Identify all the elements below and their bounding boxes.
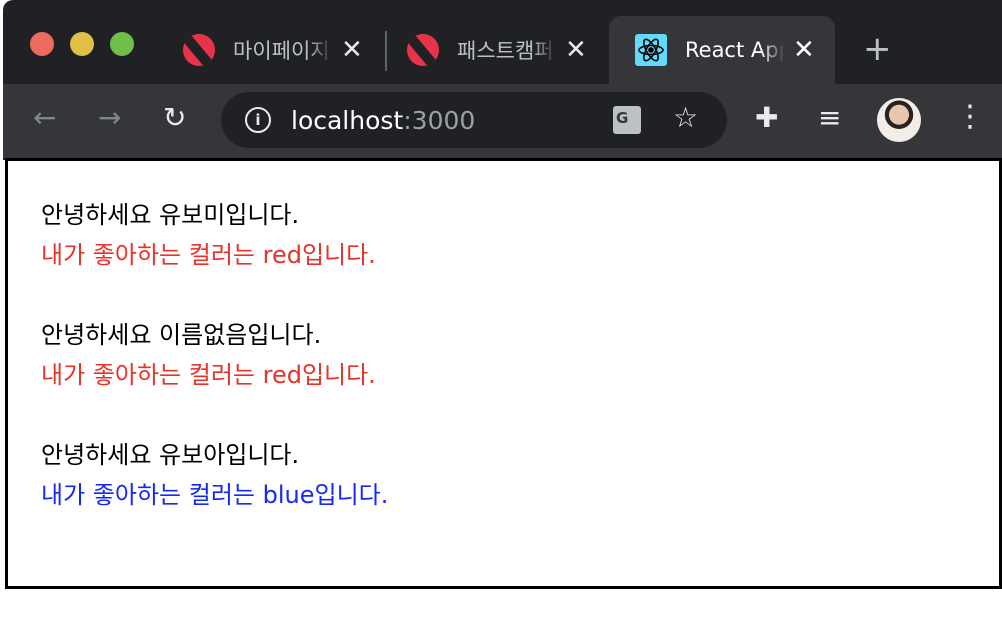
new-tab-button[interactable]: + bbox=[863, 32, 892, 66]
close-window-button[interactable] bbox=[30, 32, 54, 56]
tab-fastcampus[interactable]: 패스트캠퍼스 ✕ bbox=[407, 16, 587, 84]
close-tab-icon[interactable]: ✕ bbox=[341, 35, 363, 65]
url-host: localhost bbox=[291, 105, 404, 135]
greeting-block: 안녕하세요 유보미입니다. 내가 좋아하는 컬러는 red입니다. bbox=[41, 195, 999, 275]
page-content: 안녕하세요 유보미입니다. 내가 좋아하는 컬러는 red입니다. 안녕하세요 … bbox=[5, 158, 1002, 589]
translate-icon[interactable]: G bbox=[613, 106, 641, 134]
url-port: :3000 bbox=[403, 105, 476, 135]
back-button[interactable]: ← bbox=[33, 104, 56, 132]
tab-divider bbox=[385, 31, 387, 71]
close-tab-icon[interactable]: ✕ bbox=[565, 35, 587, 65]
greeting-block: 안녕하세요 유보아입니다. 내가 좋아하는 컬러는 blue입니다. bbox=[41, 435, 999, 515]
react-logo-icon bbox=[635, 34, 667, 66]
info-icon[interactable]: i bbox=[245, 107, 271, 133]
tab-react-app[interactable]: React App ✕ bbox=[609, 16, 835, 84]
favorite-color-text: 내가 좋아하는 컬러는 red입니다. bbox=[41, 361, 376, 389]
favorite-color-text: 내가 좋아하는 컬러는 blue입니다. bbox=[41, 481, 389, 509]
media-control-icon[interactable]: ≡ bbox=[818, 104, 841, 132]
reload-button[interactable]: ↻ bbox=[163, 104, 186, 132]
maximize-window-button[interactable] bbox=[110, 32, 134, 56]
greeting-text: 안녕하세요 유보미입니다. bbox=[41, 201, 300, 229]
extensions-puzzle-icon[interactable]: ✚ bbox=[755, 104, 778, 132]
greeting-text: 안녕하세요 유보아입니다. bbox=[41, 441, 300, 469]
fastcampus-logo-icon bbox=[183, 34, 215, 66]
browser-window: 마이페이지 ✕ 패스트캠퍼스 ✕ React App ✕ + ← → ↻ i l… bbox=[3, 0, 1002, 160]
favorite-color-text: 내가 좋아하는 컬러는 red입니다. bbox=[41, 241, 376, 269]
tab-mypage[interactable]: 마이페이지 ✕ bbox=[183, 16, 363, 84]
address-bar[interactable]: i localhost:3000 G ☆ bbox=[221, 92, 727, 148]
bookmark-star-icon[interactable]: ☆ bbox=[673, 104, 698, 132]
profile-avatar[interactable] bbox=[877, 98, 921, 142]
forward-button[interactable]: → bbox=[98, 104, 121, 132]
close-tab-icon[interactable]: ✕ bbox=[793, 35, 815, 65]
greeting-block: 안녕하세요 이름없음입니다. 내가 좋아하는 컬러는 red입니다. bbox=[41, 315, 999, 395]
greeting-text: 안녕하세요 이름없음입니다. bbox=[41, 321, 322, 349]
more-menu-icon[interactable]: ⋮ bbox=[955, 102, 985, 132]
fastcampus-logo-icon bbox=[407, 34, 439, 66]
toolbar: ← → ↻ i localhost:3000 G ☆ ✚ ≡ ⋮ bbox=[3, 84, 1002, 158]
minimize-window-button[interactable] bbox=[70, 32, 94, 56]
